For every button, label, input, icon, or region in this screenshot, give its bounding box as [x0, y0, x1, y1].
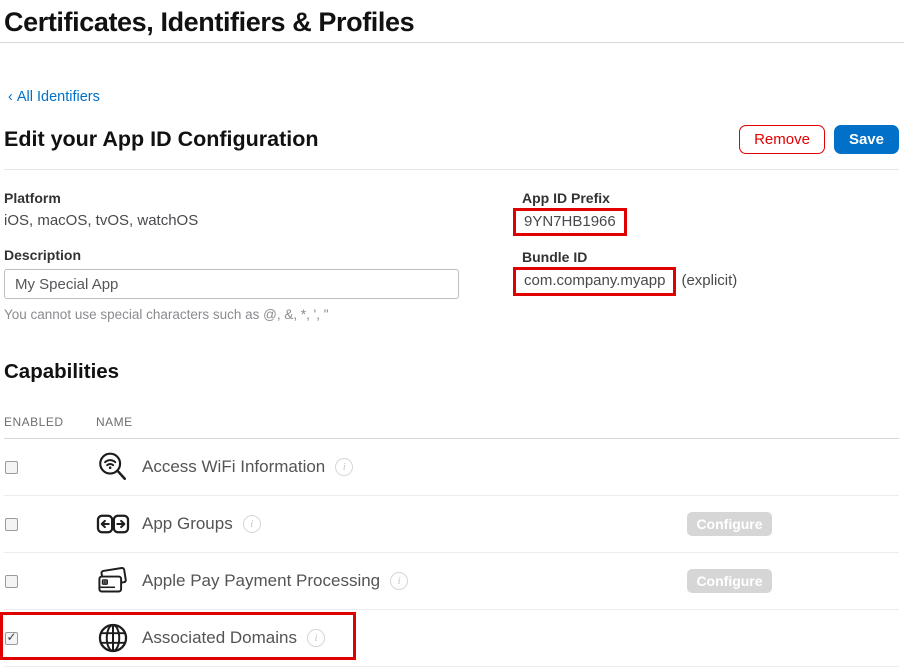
- app-id-prefix-annotation: 9YN7HB1966: [513, 208, 627, 236]
- capability-name: App Groups: [142, 514, 233, 534]
- capability-row: ✓ Associated Domains i Configure: [4, 610, 899, 667]
- platform-field: Platform iOS, macOS, tvOS, watchOS: [4, 190, 474, 229]
- description-input[interactable]: [4, 269, 459, 299]
- back-link-label: All Identifiers: [17, 89, 100, 105]
- configure-button[interactable]: Configure: [687, 569, 772, 593]
- section-header: Edit your App ID Configuration Remove Sa…: [4, 125, 899, 170]
- platform-label: Platform: [4, 190, 474, 206]
- bundle-id-explicit-suffix: (explicit): [681, 272, 737, 289]
- capability-checkbox[interactable]: ✓: [5, 518, 18, 531]
- wifi-search-icon: [96, 450, 130, 484]
- capability-row: ✓ Access WiFi Information i Configure: [4, 439, 899, 496]
- back-chevron-icon: ‹: [8, 89, 13, 105]
- app-groups-icon: [96, 507, 130, 541]
- capability-name: Apple Pay Payment Processing: [142, 571, 380, 591]
- configure-button[interactable]: Configure: [687, 512, 772, 536]
- info-icon[interactable]: i: [390, 572, 408, 590]
- description-label: Description: [4, 247, 474, 263]
- capabilities-title: Capabilities: [4, 360, 899, 384]
- capabilities-rows: ✓ Access WiFi Information i Configure ✓ …: [4, 439, 899, 667]
- section-title: Edit your App ID Configuration: [4, 127, 319, 152]
- column-header-name: NAME: [96, 415, 133, 429]
- app-id-prefix-label: App ID Prefix: [513, 190, 899, 206]
- capability-row: ✓ App Groups i Configure: [4, 496, 899, 553]
- platform-value: iOS, macOS, tvOS, watchOS: [4, 212, 474, 229]
- bundle-id-annotation: com.company.myapp: [513, 267, 676, 296]
- capability-row: ✓ Apple Pay Payment Processing i Configu…: [4, 553, 899, 610]
- description-field: Description You cannot use special chara…: [4, 247, 474, 322]
- globe-icon: [96, 621, 130, 655]
- back-link-all-identifiers[interactable]: ‹All Identifiers: [8, 89, 100, 105]
- app-id-prefix-field: App ID Prefix 9YN7HB1966: [513, 190, 899, 236]
- capability-name: Access WiFi Information: [142, 457, 325, 477]
- capability-checkbox[interactable]: ✓: [5, 575, 18, 588]
- save-button[interactable]: Save: [834, 125, 899, 154]
- checkmark-icon: ✓: [6, 631, 16, 643]
- app-id-form: Platform iOS, macOS, tvOS, watchOS Descr…: [4, 190, 899, 322]
- info-icon[interactable]: i: [335, 458, 353, 476]
- page-header: Certificates, Identifiers & Profiles: [0, 0, 904, 43]
- bundle-id-value: com.company.myapp: [524, 272, 665, 289]
- capability-checkbox[interactable]: ✓: [5, 461, 18, 474]
- capability-name: Associated Domains: [142, 628, 297, 648]
- page-title: Certificates, Identifiers & Profiles: [4, 7, 899, 38]
- capability-checkbox[interactable]: ✓: [5, 632, 18, 645]
- apple-pay-icon: [96, 564, 130, 598]
- column-header-enabled: ENABLED: [4, 415, 96, 429]
- app-id-prefix-value: 9YN7HB1966: [524, 213, 616, 230]
- remove-button[interactable]: Remove: [739, 125, 825, 154]
- description-helper-text: You cannot use special characters such a…: [4, 307, 474, 322]
- capabilities-table-header: ENABLED NAME: [4, 415, 899, 439]
- bundle-id-field: Bundle ID com.company.myapp (explicit): [513, 249, 899, 296]
- info-icon[interactable]: i: [243, 515, 261, 533]
- bundle-id-label: Bundle ID: [513, 249, 899, 265]
- info-icon[interactable]: i: [307, 629, 325, 647]
